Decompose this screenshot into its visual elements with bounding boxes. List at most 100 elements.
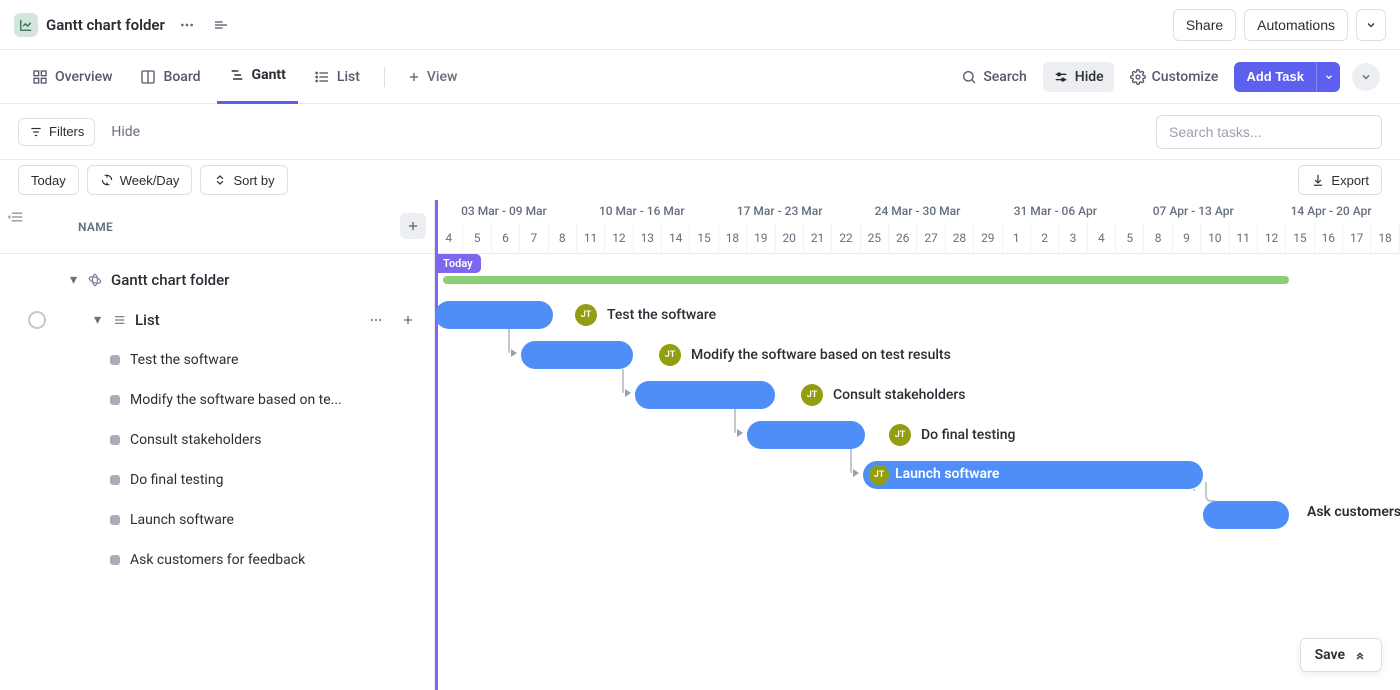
add-column-button[interactable] [400,213,426,239]
add-task-button[interactable]: Add Task [1234,62,1316,92]
tab-overview-label: Overview [55,69,112,85]
today-badge: Today [435,254,481,273]
folder-title: Gantt chart folder [46,16,165,34]
list-more-icon[interactable] [362,306,390,334]
name-column-header: NAME [78,220,113,234]
add-view-button[interactable]: View [397,69,468,85]
folder-more-icon[interactable] [173,11,201,39]
day-label: 4 [435,222,463,254]
assignee-avatar[interactable]: JT [801,384,823,406]
sort-button[interactable]: Sort by [200,165,287,195]
tab-gantt-label: Gantt [252,67,286,83]
task-title: Modify the software based on te... [130,392,342,408]
progress-circle-icon [28,311,46,329]
day-label: 9 [1173,222,1201,254]
status-icon [110,395,120,405]
assignee-avatar[interactable]: JT [575,304,597,326]
task-row[interactable]: Do final testing [0,460,434,500]
day-label: 12 [605,222,633,254]
task-row[interactable]: Launch software [0,500,434,540]
day-label: 4 [1088,222,1116,254]
automations-caret-button[interactable] [1356,9,1386,41]
tree-list-row[interactable]: ▾ List [0,300,434,340]
day-label: 8 [549,222,577,254]
gantt-bar[interactable] [435,301,553,329]
today-button[interactable]: Today [18,165,79,195]
status-icon [110,435,120,445]
automations-button[interactable]: Automations [1244,9,1348,41]
gantt-bar[interactable]: JT Launch software [863,461,1203,489]
task-title: Test the software [130,352,238,368]
day-label: 25 [861,222,889,254]
gantt-bar[interactable] [1203,501,1289,529]
sort-icon [213,173,227,187]
task-title: Do final testing [130,472,223,488]
tree-folder-row[interactable]: ▾ Gantt chart folder [0,260,434,300]
more-options-button[interactable] [1352,63,1380,91]
day-label: 2 [1031,222,1059,254]
filters-button[interactable]: Filters [18,118,95,146]
search-icon [961,69,977,85]
task-row[interactable]: Test the software [0,340,434,380]
search-action[interactable]: Search [951,62,1036,92]
status-icon [110,555,120,565]
gantt-bar[interactable] [747,421,865,449]
tab-list[interactable]: List [302,50,372,104]
chevron-down-icon[interactable]: ▾ [68,272,79,288]
gear-icon [1130,69,1146,85]
gantt-bar[interactable] [635,381,775,409]
filter-icon [29,125,43,139]
chevron-down-icon[interactable]: ▾ [92,312,103,328]
chevron-double-up-icon [1353,648,1367,662]
day-label: 7 [520,222,548,254]
assignee-avatar[interactable]: JT [869,465,889,485]
day-label: 8 [1144,222,1172,254]
customize-action[interactable]: Customize [1120,62,1229,92]
board-icon [140,69,156,85]
gantt-task-label: Launch software [895,466,999,482]
hide-filters-link[interactable]: Hide [111,124,140,140]
task-row[interactable]: Ask customers for feedback [0,540,434,580]
gantt-task-label: Modify the software based on test result… [691,347,951,363]
tab-board[interactable]: Board [128,50,212,104]
overview-icon [32,69,48,85]
assignee-avatar[interactable]: JT [889,424,911,446]
day-label: 26 [889,222,917,254]
tab-overview[interactable]: Overview [20,50,124,104]
export-button[interactable]: Export [1298,165,1382,195]
gantt-bar[interactable] [521,341,633,369]
list-icon [314,69,330,85]
save-button[interactable]: Save [1300,638,1382,672]
day-label: 18 [1371,222,1399,254]
sort-label: Sort by [233,173,274,188]
sidebar-toggle-icon[interactable] [207,11,235,39]
day-label: 3 [1059,222,1087,254]
gantt-task-label: Consult stakeholders [833,387,966,403]
chevron-down-icon [1360,71,1372,83]
chevron-down-icon [1365,19,1377,31]
gantt-task-label: Test the software [607,307,716,323]
download-icon [1311,173,1325,187]
search-tasks-input[interactable] [1156,115,1382,149]
day-label: 14 [662,222,690,254]
week-label: 10 Mar - 16 Mar [573,200,711,222]
list-add-icon[interactable] [394,306,422,334]
summary-bar[interactable] [443,276,1289,284]
hide-action[interactable]: Hide [1043,62,1114,92]
share-button[interactable]: Share [1173,9,1236,41]
filters-label: Filters [49,124,84,139]
tree-folder-title: Gantt chart folder [111,271,229,289]
task-row[interactable]: Modify the software based on te... [0,380,434,420]
scale-button[interactable]: Week/Day [87,165,193,195]
scale-label: Week/Day [120,173,180,188]
tab-gantt[interactable]: Gantt [217,50,298,104]
day-label: 11 [1230,222,1258,254]
day-label: 18 [719,222,747,254]
list-node-icon [109,310,129,330]
plus-icon [406,219,420,233]
add-task-caret[interactable] [1316,62,1340,92]
assignee-avatar[interactable]: JT [659,344,681,366]
day-label: 12 [1258,222,1286,254]
task-row[interactable]: Consult stakeholders [0,420,434,460]
zoom-icon [100,173,114,187]
